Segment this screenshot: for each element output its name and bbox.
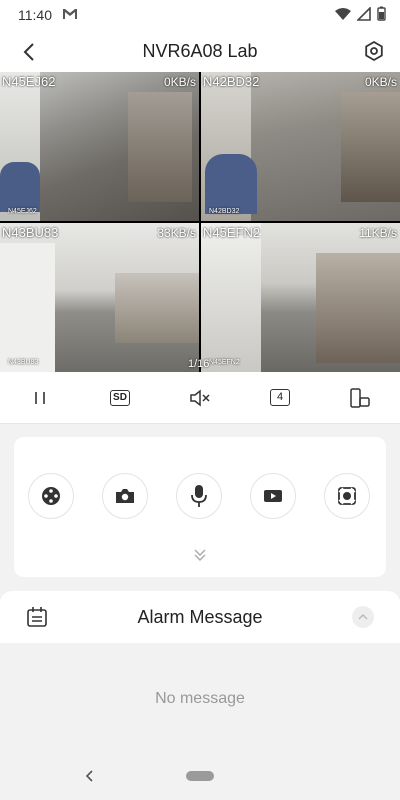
app-header: NVR6A08 Lab <box>0 30 400 72</box>
settings-icon[interactable] <box>362 39 386 63</box>
page-indicator: 1/16 <box>188 358 210 370</box>
empty-state-text: No message <box>155 689 245 707</box>
quality-button[interactable]: SD <box>100 378 140 418</box>
layout-label: 4 <box>276 391 284 403</box>
record-icon[interactable] <box>250 473 296 519</box>
control-panel <box>14 437 386 577</box>
camera-tile-1[interactable]: N45EJ62 0KB/s N45EJ62 <box>0 72 199 221</box>
camera-name: N45EFN2 <box>203 225 261 240</box>
camera-osd-label: N42BD32 <box>209 208 240 215</box>
calendar-icon[interactable] <box>26 606 48 628</box>
nav-back-icon[interactable] <box>82 768 98 784</box>
pause-icon[interactable] <box>20 378 60 418</box>
quality-icon: SD <box>110 389 130 406</box>
camera-bitrate: 33KB/s <box>157 226 196 240</box>
camera-osd-label: N43BU83 <box>8 359 39 366</box>
snapshot-icon[interactable] <box>102 473 148 519</box>
alarm-message-list: No message <box>0 643 400 754</box>
microphone-icon[interactable] <box>176 473 222 519</box>
alarm-message-header: Alarm Message <box>0 591 400 643</box>
system-nav-bar <box>0 754 400 800</box>
alarm-title: Alarm Message <box>137 606 263 627</box>
battery-icon <box>377 6 386 24</box>
gmail-icon <box>62 7 78 23</box>
zoom-icon[interactable] <box>324 473 370 519</box>
rotate-icon[interactable] <box>340 378 380 418</box>
camera-osd-label: N45EFN2 <box>209 359 240 366</box>
camera-name: N45EJ62 <box>2 74 56 89</box>
camera-grid: N45EJ62 0KB/s N45EJ62 N42BD32 0KB/s N42B… <box>0 72 400 372</box>
status-bar: 11:40 <box>0 0 400 30</box>
camera-bitrate: 11KB/s <box>359 226 397 240</box>
camera-tile-3[interactable]: N43BU83 33KB/s N43BU83 <box>0 223 199 372</box>
mute-icon[interactable] <box>180 378 220 418</box>
status-time: 11:40 <box>18 7 52 23</box>
collapse-up-icon[interactable] <box>352 606 374 628</box>
camera-tile-2[interactable]: N42BD32 0KB/s N42BD32 <box>201 72 400 221</box>
quality-label: SD <box>113 391 127 403</box>
camera-bitrate: 0KB/s <box>163 75 196 89</box>
home-pill[interactable] <box>186 771 214 781</box>
layout-button[interactable]: 4 <box>260 378 300 418</box>
signal-icon <box>356 5 371 24</box>
camera-name: N43BU83 <box>2 225 59 240</box>
camera-tile-4[interactable]: N45EFN2 11KB/s N45EFN2 <box>201 223 400 372</box>
page-title: NVR6A08 Lab <box>142 40 258 61</box>
wifi-icon <box>335 7 351 24</box>
back-arrow-icon[interactable] <box>18 40 42 64</box>
ptz-icon[interactable] <box>28 473 74 519</box>
layout-icon: 4 <box>270 389 290 406</box>
camera-bitrate: 0KB/s <box>364 75 397 89</box>
camera-name: N42BD32 <box>203 74 260 89</box>
camera-osd-label: N45EJ62 <box>8 208 37 215</box>
expand-chevron-icon[interactable] <box>192 547 208 563</box>
playback-toolbar: SD 4 <box>0 372 400 424</box>
